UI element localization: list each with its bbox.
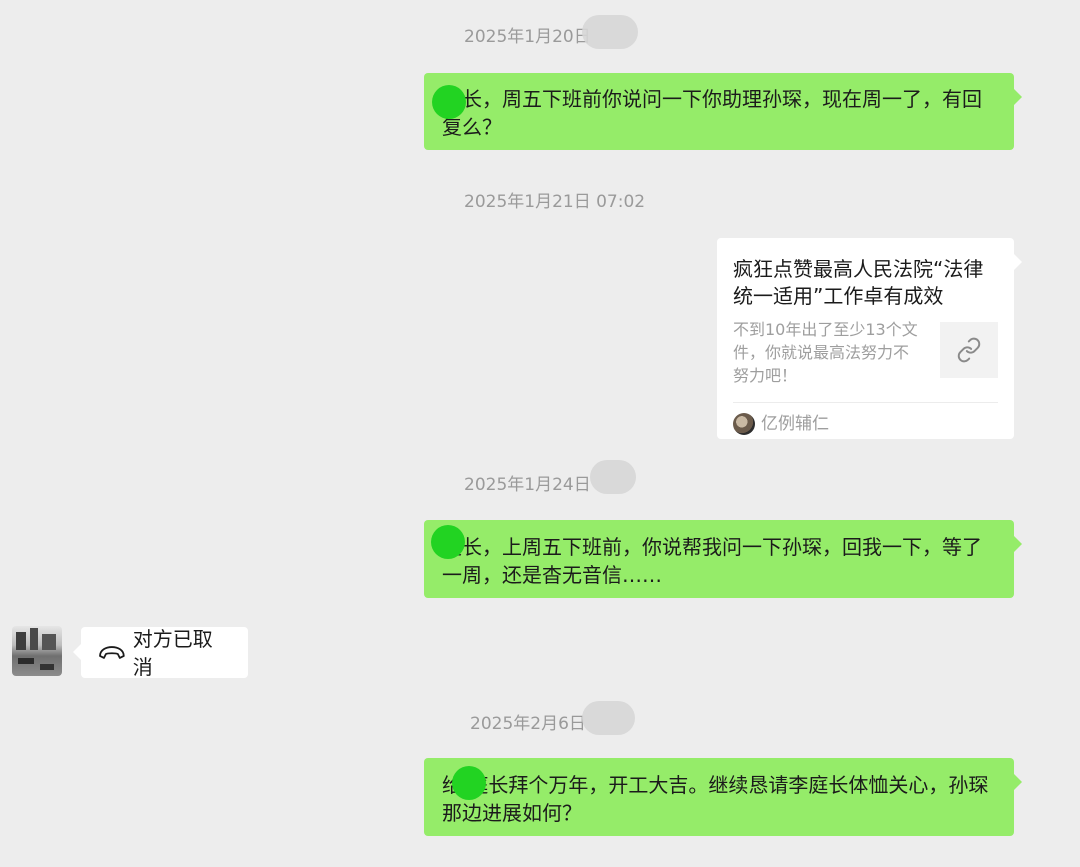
redaction-dot bbox=[452, 766, 486, 800]
timestamp: 2025年1月21日 07:02 bbox=[464, 192, 646, 212]
message-bubble-self[interactable]: 庭长，上周五下班前，你说帮我问一下孙琛，回我一下，等了一周，还是杳无音信…… bbox=[424, 520, 1014, 598]
link-card[interactable]: 疯狂点赞最高人民法院“法律统一适用”工作卓有成效 不到10年出了至少13个文件，… bbox=[717, 238, 1014, 439]
redaction-dot bbox=[432, 85, 466, 119]
link-card-source: 亿例辅仁 bbox=[733, 410, 829, 438]
redaction-blur bbox=[582, 15, 638, 49]
message-text: 庭长，周五下班前你说问一下你助理孙琛，现在周一了，有回复么？ bbox=[442, 87, 982, 139]
link-icon bbox=[940, 322, 998, 378]
message-bubble-self[interactable]: 庭长，周五下班前你说问一下你助理孙琛，现在周一了，有回复么？ bbox=[424, 73, 1014, 150]
message-bubble-self[interactable]: 给 庭长拜个万年，开工大吉。继续恳请李庭长体恤关心，孙琛那边进展如何？ bbox=[424, 758, 1014, 836]
redaction-blur bbox=[590, 460, 636, 494]
redaction-dot bbox=[431, 525, 465, 559]
contact-avatar[interactable] bbox=[12, 626, 62, 676]
chat-window: 2025年1月20日 庭长，周五下班前你说问一下你助理孙琛，现在周一了，有回复么… bbox=[0, 0, 1080, 867]
timestamp: 2025年1月20日 bbox=[464, 27, 591, 47]
bubble-tail bbox=[73, 644, 81, 660]
redaction-blur bbox=[582, 701, 635, 735]
divider bbox=[733, 402, 998, 403]
call-status-text: 对方已取消 bbox=[132, 626, 213, 679]
timestamp: 2025年1月24日 bbox=[464, 475, 591, 495]
timestamp: 2025年2月6日 bbox=[470, 714, 586, 734]
message-text: 庭长，上周五下班前，你说帮我问一下孙琛，回我一下，等了一周，还是杳无音信…… bbox=[442, 535, 982, 587]
message-text: 给 庭长拜个万年，开工大吉。继续恳请李庭长体恤关心，孙琛那边进展如何？ bbox=[442, 773, 989, 825]
bubble-tail bbox=[1014, 254, 1022, 270]
phone-hangup-icon bbox=[99, 645, 125, 659]
link-card-description: 不到10年出了至少13个文件，你就说最高法努力不努力吧！ bbox=[733, 320, 918, 385]
bubble-tail bbox=[1014, 774, 1022, 790]
bubble-tail bbox=[1014, 89, 1022, 105]
bubble-tail bbox=[1014, 536, 1022, 552]
call-bubble[interactable]: 对方已取消 bbox=[81, 626, 248, 679]
link-card-title: 疯狂点赞最高人民法院“法律统一适用”工作卓有成效 bbox=[733, 257, 984, 308]
source-avatar bbox=[733, 413, 755, 435]
source-name: 亿例辅仁 bbox=[761, 414, 829, 434]
